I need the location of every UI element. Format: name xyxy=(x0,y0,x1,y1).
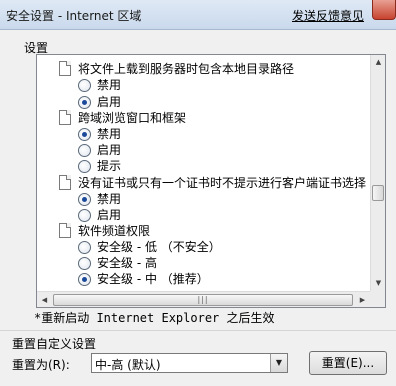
radio-button[interactable] xyxy=(78,241,91,254)
radio-button[interactable] xyxy=(78,257,91,270)
radio-button-checked[interactable] xyxy=(78,96,91,109)
radio-button[interactable] xyxy=(78,144,91,157)
close-button[interactable] xyxy=(372,0,396,20)
section-divider xyxy=(0,330,396,331)
vertical-scrollbar[interactable]: ▲ ▼ xyxy=(370,55,385,291)
radio-button[interactable] xyxy=(78,160,91,173)
radio-button-checked[interactable] xyxy=(78,128,91,141)
arrow-right-icon[interactable]: ▶ xyxy=(355,292,370,307)
settings-list[interactable]: 将文件上载到服务器时包含本地目录路径 禁用 启用 跨域浏览窗口和框架 禁用 启用 xyxy=(36,54,386,308)
horizontal-scrollbar[interactable]: ◀ ||| ▶ xyxy=(37,291,370,307)
arrow-up-icon[interactable]: ▲ xyxy=(371,55,385,70)
radio-label: 启用 xyxy=(97,208,122,222)
radio-label: 安全级 - 低 （不安全） xyxy=(97,240,221,254)
reset-button[interactable]: 重置(E)... xyxy=(309,351,387,375)
reset-level-value: 中-高 (默认) xyxy=(95,358,161,372)
scrollbar-corner xyxy=(370,291,385,307)
vertical-scroll-thumb[interactable] xyxy=(372,185,384,201)
radio-label: 启用 xyxy=(97,95,122,109)
setting-title: 跨域浏览窗口和框架 xyxy=(78,111,187,125)
document-icon xyxy=(59,175,71,190)
setting-title: 软件频道权限 xyxy=(78,224,151,238)
radio-label: 启用 xyxy=(97,143,122,157)
radio-label: 禁用 xyxy=(97,192,122,206)
radio-button[interactable] xyxy=(78,79,91,92)
title-bar[interactable]: 安全设置 - Internet 区域 发送反馈意见 xyxy=(0,0,396,30)
restart-note: *重新启动 Internet Explorer 之后生效 xyxy=(34,311,275,325)
setting-title: 将文件上载到服务器时包含本地目录路径 xyxy=(78,62,295,76)
document-icon xyxy=(59,110,71,125)
chevron-down-icon[interactable]: ▼ xyxy=(270,354,287,372)
security-settings-dialog: 安全设置 - Internet 区域 发送反馈意见 设置 将文件上载到服务器时包… xyxy=(0,0,396,386)
setting-title: 没有证书或只有一个证书时不提示进行客户端证书选择 xyxy=(78,176,367,190)
radio-label: 安全级 - 中 （推荐） xyxy=(97,272,209,286)
reset-group-label: 重置自定义设置 xyxy=(12,337,97,351)
document-icon xyxy=(59,61,71,76)
feedback-link[interactable]: 发送反馈意见 xyxy=(292,7,364,24)
window-title: 安全设置 - Internet 区域 xyxy=(6,9,142,23)
radio-label: 安全级 - 高 xyxy=(97,256,157,270)
settings-list-content: 将文件上载到服务器时包含本地目录路径 禁用 启用 跨域浏览窗口和框架 禁用 启用 xyxy=(37,55,370,291)
document-icon xyxy=(59,223,71,238)
radio-label: 提示 xyxy=(97,159,122,173)
horizontal-scroll-thumb[interactable]: ||| xyxy=(53,294,353,306)
radio-button[interactable] xyxy=(78,209,91,222)
arrow-left-icon[interactable]: ◀ xyxy=(37,292,52,307)
radio-label: 禁用 xyxy=(97,78,122,92)
arrow-down-icon[interactable]: ▼ xyxy=(371,276,385,291)
radio-label: 禁用 xyxy=(97,127,122,141)
radio-button-checked[interactable] xyxy=(78,273,91,286)
reset-level-select[interactable]: 中-高 (默认) ▼ xyxy=(91,353,288,373)
radio-button-checked[interactable] xyxy=(78,193,91,206)
reset-to-label: 重置为(R): xyxy=(12,358,70,372)
